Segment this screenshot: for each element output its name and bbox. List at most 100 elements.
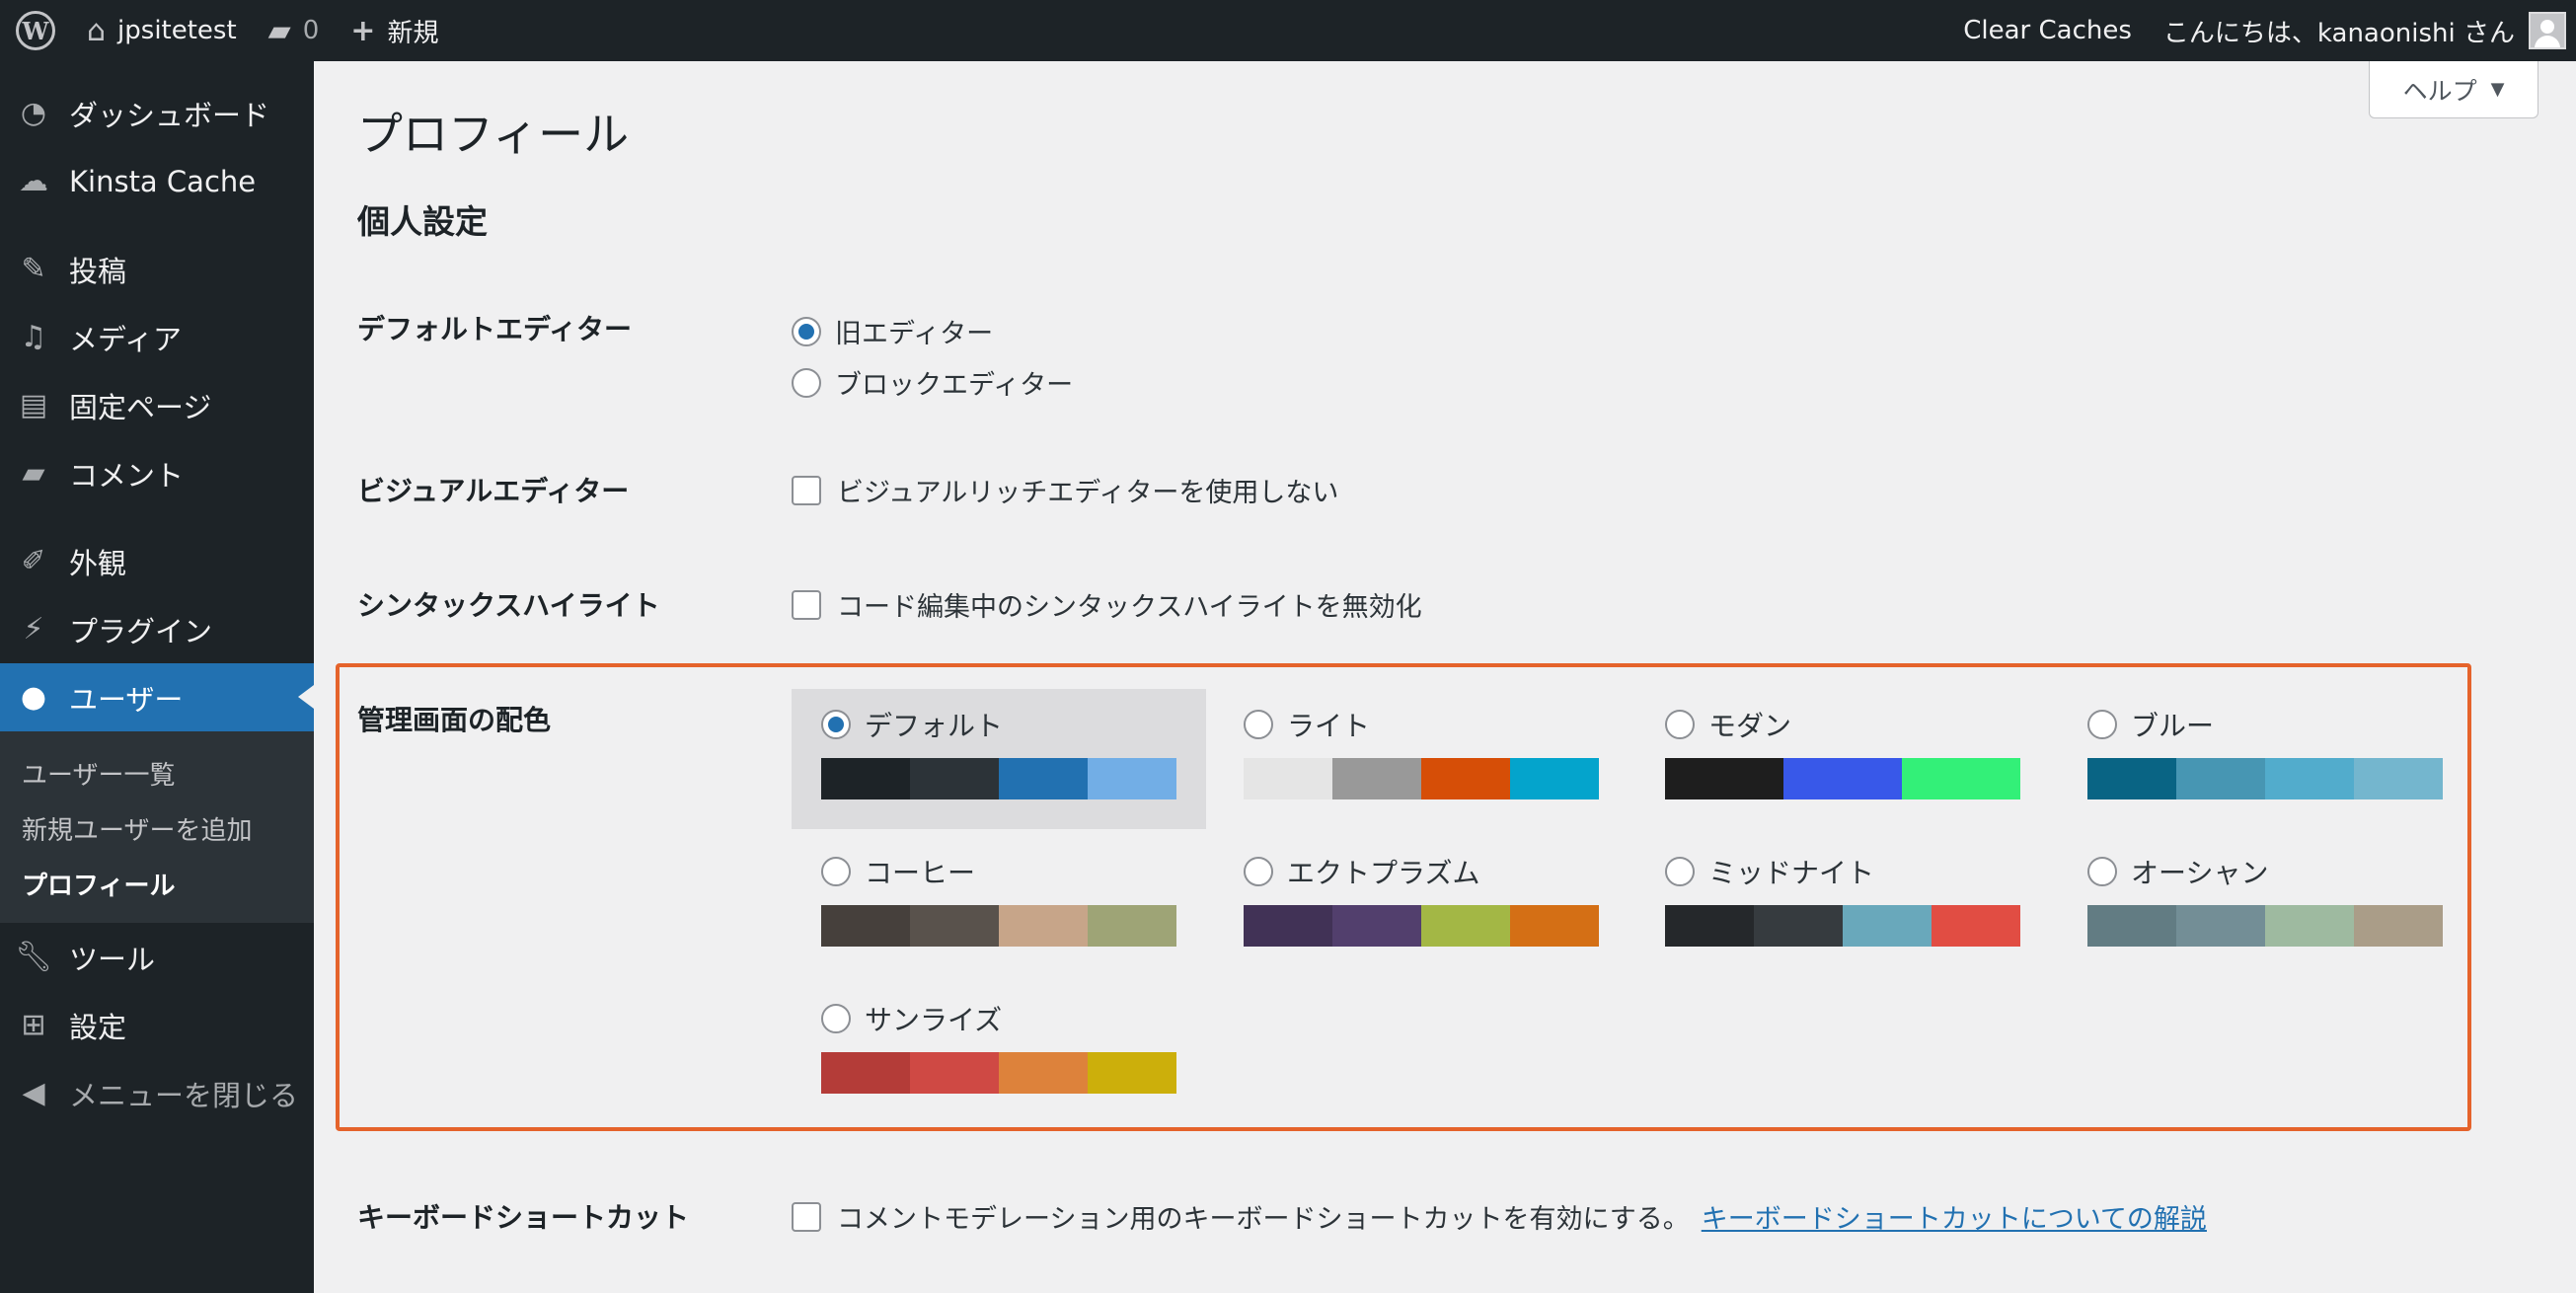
classic-editor-radio[interactable] (792, 316, 821, 346)
greeting: こんにちは、kanaonishi さん (2162, 18, 2515, 48)
swatch (1088, 758, 1176, 799)
color-scheme-radio[interactable] (1665, 857, 1695, 886)
swatch (1754, 905, 1843, 947)
swatch (2265, 758, 2354, 799)
sidebar-item-label: ダッシュボード (69, 98, 270, 132)
swatch (1244, 758, 1332, 799)
color-scheme-name: ブルー (2131, 710, 2215, 742)
comments-link[interactable]: ▰ 0 (253, 0, 336, 61)
visual-editor-label: ビジュアルエディター (357, 475, 630, 507)
syntax-highlight-checkbox[interactable] (792, 589, 821, 620)
cloud-icon: ☁ (19, 164, 48, 198)
keyboard-shortcuts-help-link[interactable]: キーボードショートカットについての解説 (1702, 1197, 2207, 1236)
color-swatches (1244, 758, 1599, 799)
syntax-highlight-option[interactable]: コード編集中のシンタックスハイライトを無効化 (792, 585, 1422, 624)
dashboard-icon: ◔ (20, 96, 47, 130)
sidebar-item-settings[interactable]: ⊞ 設定 (0, 991, 314, 1059)
sidebar-item-label: 固定ページ (69, 390, 212, 424)
color-scheme-blue[interactable]: ブルー (2058, 689, 2472, 829)
color-scheme-default[interactable]: デフォルト (792, 689, 1206, 829)
sidebar-item-comments[interactable]: ▰ コメント (0, 439, 314, 507)
color-swatches (2087, 905, 2443, 947)
wordpress-icon: W (16, 11, 55, 50)
main-content: ヘルプ ▼ プロフィール 個人設定 デフォルトエディター 旧エディター ブロック… (314, 61, 2576, 1293)
color-scheme-radio[interactable] (1244, 710, 1273, 739)
clear-caches-label: Clear Caches (1963, 16, 2132, 45)
sidebar-item-dashboard[interactable]: ◔ ダッシュボード (0, 79, 314, 147)
swatch (1665, 758, 1783, 799)
color-scheme-modern[interactable]: モダン (1635, 689, 2050, 829)
comment-icon: ▰ (22, 456, 45, 491)
visual-editor-option[interactable]: ビジュアルリッチエディターを使用しない (792, 471, 1338, 509)
submenu-item-add-user[interactable]: 新規ユーザーを追加 (0, 800, 314, 856)
admin-sidebar: ◔ ダッシュボード ☁ Kinsta Cache ✎ 投稿 ♫ メディア ▤ 固定ページ … (0, 61, 314, 1293)
user-icon: ● (20, 680, 47, 715)
sidebar-item-pages[interactable]: ▤ 固定ページ (0, 371, 314, 439)
clear-caches-button[interactable]: Clear Caches (1947, 0, 2148, 61)
color-swatches (1665, 758, 2020, 799)
swatch (1088, 905, 1176, 947)
keyboard-shortcuts-checkbox[interactable] (792, 1201, 821, 1232)
swatch (1902, 758, 2020, 799)
color-scheme-radio[interactable] (1244, 857, 1273, 886)
sidebar-item-users[interactable]: ● ユーザー (0, 663, 314, 731)
swatch (2354, 905, 2443, 947)
swatch (1421, 905, 1510, 947)
color-swatches (2087, 758, 2443, 799)
classic-editor-radio-option[interactable]: 旧エディター (792, 312, 993, 350)
color-scheme-radio[interactable] (821, 1004, 851, 1033)
block-editor-radio-option[interactable]: ブロックエディター (792, 363, 1073, 402)
site-name: jpsitetest (117, 16, 237, 45)
color-scheme-ocean[interactable]: オーシャン (2058, 836, 2472, 976)
collapse-menu-button[interactable]: ◀ メニューを閉じる (0, 1059, 314, 1127)
color-scheme-radio[interactable] (821, 710, 851, 739)
submenu-item-profile[interactable]: プロフィール (0, 856, 314, 911)
sidebar-item-kinsta-cache[interactable]: ☁ Kinsta Cache (0, 147, 314, 215)
color-scheme-radio[interactable] (2087, 710, 2117, 739)
swatch (821, 905, 910, 947)
swatch (2176, 758, 2265, 799)
swatch (910, 758, 999, 799)
block-editor-radio[interactable] (792, 367, 821, 398)
site-name-link[interactable]: ⌂ jpsitetest (71, 0, 253, 61)
swatch (999, 905, 1088, 947)
sidebar-item-media[interactable]: ♫ メディア (0, 303, 314, 371)
sidebar-item-label: 設定 (69, 1010, 127, 1044)
sidebar-item-posts[interactable]: ✎ 投稿 (0, 235, 314, 303)
color-scheme-ectoplasm[interactable]: エクトプラズム (1214, 836, 1629, 976)
swatch (2265, 905, 2354, 947)
new-content-link[interactable]: + 新規 (335, 0, 454, 61)
color-scheme-label: 管理画面の配色 (357, 704, 552, 736)
sidebar-item-plugins[interactable]: ⚡ プラグイン (0, 595, 314, 663)
color-scheme-sunrise[interactable]: サンライズ (792, 983, 1206, 1123)
swatch (1244, 905, 1332, 947)
color-scheme-radio[interactable] (2087, 857, 2117, 886)
sidebar-item-label: 投稿 (69, 254, 127, 288)
color-scheme-midnight[interactable]: ミッドナイト (1635, 836, 2050, 976)
color-scheme-radio[interactable] (1665, 710, 1695, 739)
syntax-highlight-checkbox-label: コード編集中のシンタックスハイライトを無効化 (837, 592, 1422, 623)
sidebar-item-label: コメント (69, 458, 185, 493)
color-scheme-radio[interactable] (821, 857, 851, 886)
sidebar-item-tools[interactable]: 🔧︎ ツール (0, 923, 314, 991)
account-menu[interactable]: こんにちは、kanaonishi さん (2148, 0, 2576, 61)
sidebar-item-appearance[interactable]: ✐ 外観 (0, 527, 314, 595)
classic-editor-label: 旧エディター (835, 319, 994, 349)
plus-icon: + (350, 13, 376, 48)
home-icon: ⌂ (87, 13, 107, 48)
help-button[interactable]: ヘルプ ▼ (2369, 61, 2538, 118)
visual-editor-checkbox[interactable] (792, 475, 821, 505)
swatch (1510, 758, 1599, 799)
color-scheme-coffee[interactable]: コーヒー (792, 836, 1206, 976)
wordpress-logo-button[interactable]: W (0, 0, 71, 61)
submenu-item-all-users[interactable]: ユーザー一覧 (0, 745, 314, 800)
pin-icon: ✎ (21, 252, 46, 286)
keyboard-shortcuts-option[interactable]: コメントモデレーション用のキーボードショートカットを有効にする。 キーボードショ… (792, 1197, 2207, 1236)
default-editor-label: デフォルトエディター (357, 313, 633, 345)
triangle-down-icon: ▼ (2490, 79, 2505, 100)
collapse-icon: ◀ (22, 1076, 45, 1110)
color-swatches (821, 758, 1176, 799)
color-scheme-light[interactable]: ライト (1214, 689, 1629, 829)
swatch (2087, 905, 2176, 947)
swatch (999, 758, 1088, 799)
